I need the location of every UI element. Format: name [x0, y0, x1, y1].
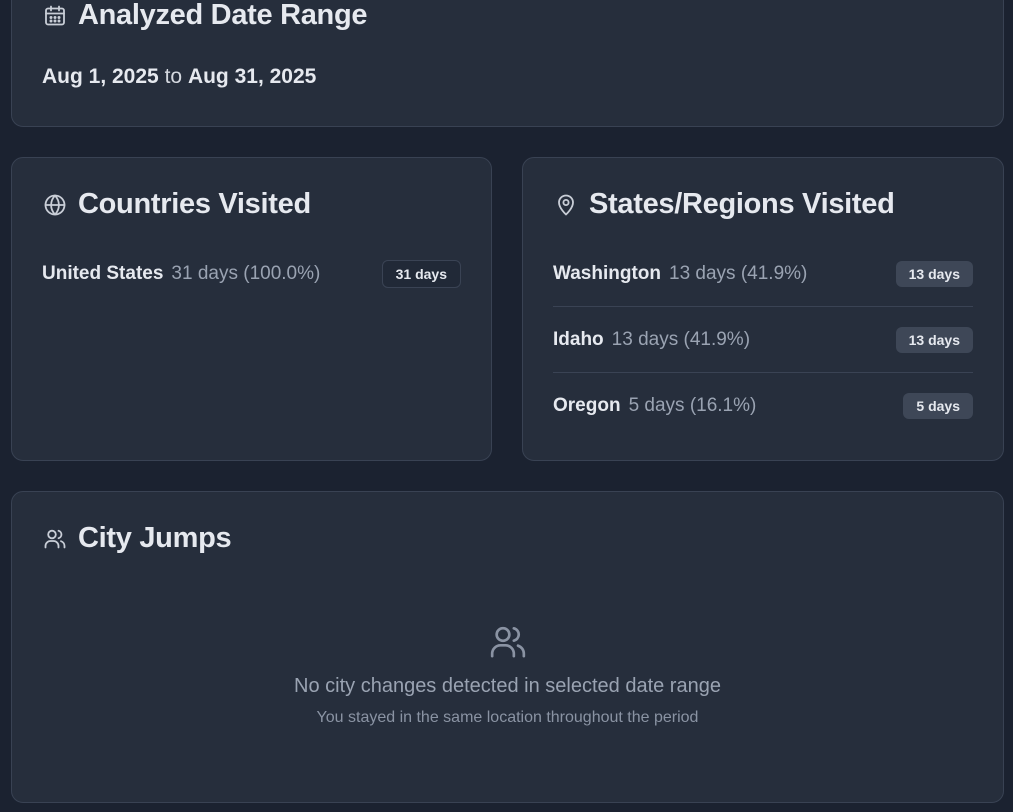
state-days-badge: 5 days	[903, 393, 973, 419]
date-range-title: Analyzed Date Range	[42, 0, 368, 32]
state-row: Idaho 13 days (41.9%) 13 days	[553, 307, 973, 373]
calendar-icon	[42, 3, 68, 29]
states-card: States/Regions Visited Washington 13 days…	[522, 157, 1004, 461]
countries-title: Countries Visited	[42, 188, 311, 221]
date-range-card: Analyzed Date Range Aug 1, 2025 to Aug 3…	[11, 0, 1004, 127]
country-row: United States 31 days (100.0%) 31 days	[42, 241, 461, 307]
state-name: Oregon	[553, 395, 621, 416]
state-name: Washington	[553, 262, 661, 284]
state-row: Washington 13 days (41.9%) 13 days	[553, 241, 973, 307]
state-days-badge: 13 days	[895, 260, 973, 287]
state-stat: 13 days (41.9%)	[669, 262, 808, 284]
date-range-value: Aug 1, 2025 to Aug 31, 2025	[42, 65, 316, 89]
country-name: United States	[42, 263, 164, 284]
empty-state-users-icon	[12, 622, 1003, 662]
city-jumps-card: City Jumps No city changes detected in s…	[11, 491, 1004, 803]
empty-state-title: No city changes detected in selected dat…	[294, 675, 721, 697]
city-jumps-title: City Jumps	[42, 522, 232, 555]
country-days-badge: 31 days	[381, 260, 461, 288]
countries-card: Countries Visited United States 31 days (…	[11, 157, 492, 461]
country-stat: 31 days (100.0%)	[171, 263, 321, 284]
city-jumps-title-text: City Jumps	[78, 522, 232, 554]
range-end: Aug 31, 2025	[187, 65, 317, 88]
state-stat: 5 days (16.1%)	[628, 395, 757, 416]
state-name: Idaho	[553, 328, 604, 350]
map-pin-icon	[553, 192, 579, 218]
states-title: States/Regions Visited	[553, 188, 895, 221]
state-stat: 13 days (41.9%)	[611, 328, 751, 350]
countries-title-text: Countries Visited	[78, 188, 311, 220]
state-row: Oregon 5 days (16.1%) 5 days	[553, 373, 973, 439]
users-icon	[42, 526, 68, 552]
state-days-badge: 13 days	[895, 326, 973, 353]
date-range-title-text: Analyzed Date Range	[78, 0, 368, 31]
globe-icon	[42, 192, 68, 218]
states-title-text: States/Regions Visited	[589, 188, 895, 220]
range-connector: to	[164, 65, 188, 88]
empty-state-subtitle: You stayed in the same location througho…	[316, 709, 699, 726]
range-start: Aug 1, 2025	[42, 65, 159, 88]
